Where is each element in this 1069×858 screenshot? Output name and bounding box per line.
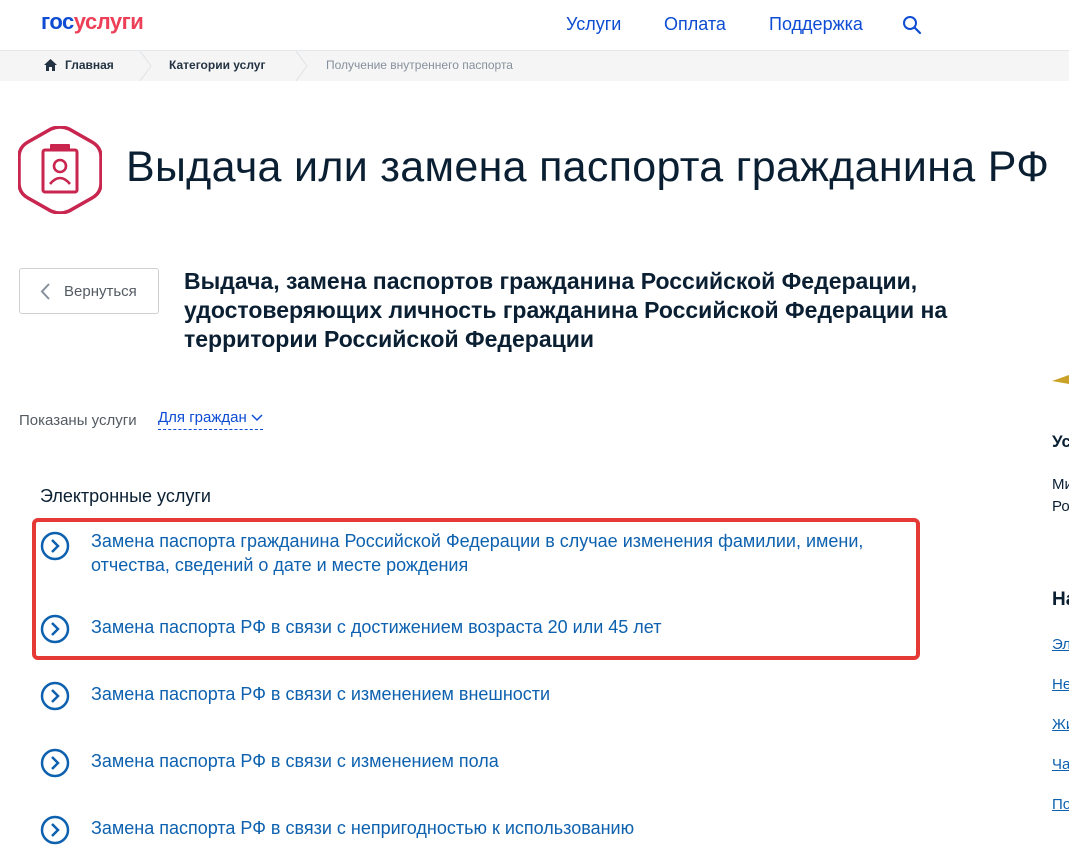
service-link-appearance[interactable]: Замена паспорта РФ в связи с изменением …	[40, 681, 900, 712]
sidebar-link-fragment[interactable]: Эл	[1052, 636, 1069, 653]
search-icon[interactable]	[902, 15, 922, 35]
filter-label: Показаны услуги	[19, 412, 137, 429]
breadcrumb-current: Получение внутреннего паспорта	[326, 58, 513, 72]
nav-payment-link[interactable]: Оплата	[664, 14, 726, 35]
audience-filter-value: Для граждан	[158, 409, 247, 426]
sidebar-link-fragment[interactable]: Ча	[1052, 756, 1069, 773]
sidebar-heading-fragment: Ус	[1052, 432, 1069, 451]
chevron-circle-right-icon	[40, 614, 70, 644]
breadcrumb-home[interactable]: Главная	[65, 58, 114, 72]
service-link-name-change[interactable]: Замена паспорта гражданина Российской Фе…	[40, 529, 900, 581]
sidebar-link-fragment[interactable]: По	[1052, 796, 1069, 813]
page-title: Выдача или замена паспорта гражданина РФ	[126, 143, 1050, 191]
service-link-unusable[interactable]: Замена паспорта РФ в связи с непригоднос…	[40, 815, 900, 846]
service-title: Выдача, замена паспортов гражданина Росс…	[184, 268, 948, 352]
service-link-label: Замена паспорта гражданина Российской Фе…	[91, 531, 864, 575]
chevron-circle-right-icon	[40, 815, 70, 845]
chevron-left-icon	[40, 283, 50, 300]
breadcrumb-separator-icon	[296, 51, 308, 81]
nav-support-link[interactable]: Поддержка	[769, 14, 863, 35]
decorative-emblem-icon	[1052, 375, 1069, 384]
sidebar-link-fragment[interactable]: Не	[1052, 676, 1069, 693]
audience-filter-dropdown[interactable]: Для граждан	[158, 409, 263, 430]
breadcrumb-categories[interactable]: Категории услуг	[169, 58, 265, 72]
back-button-label: Вернуться	[64, 283, 137, 300]
sidebar-link-fragment[interactable]: Жи	[1052, 716, 1069, 733]
chevron-circle-right-icon	[40, 681, 70, 711]
service-link-age[interactable]: Замена паспорта РФ в связи с достижением…	[40, 614, 900, 645]
chevron-circle-right-icon	[40, 748, 70, 778]
service-link-label: Замена паспорта РФ в связи с изменением …	[91, 751, 499, 771]
breadcrumb: Главная Категории услуг Получение внутре…	[0, 51, 1069, 81]
back-button[interactable]: Вернуться	[19, 268, 159, 314]
breadcrumb-separator-icon	[140, 51, 152, 81]
logo-part-gos: гос	[41, 9, 74, 34]
passport-hexagon-icon	[18, 126, 102, 214]
service-link-label: Замена паспорта РФ в связи с достижением…	[91, 617, 662, 637]
logo-part-uslugi: услуги	[73, 9, 144, 34]
sidebar-heading-fragment: На	[1052, 589, 1069, 610]
top-bar: госуслуги Услуги Оплата Поддержка	[0, 0, 1069, 51]
service-link-label: Замена паспорта РФ в связи с непригоднос…	[91, 818, 635, 838]
sidebar-text-fragment: Ми	[1052, 476, 1069, 493]
section-title: Электронные услуги	[40, 486, 211, 506]
service-link-gender[interactable]: Замена паспорта РФ в связи с изменением …	[40, 748, 900, 779]
gosuslugi-logo[interactable]: госуслуги	[41, 9, 144, 35]
chevron-circle-right-icon	[40, 531, 70, 561]
chevron-down-icon	[251, 414, 263, 422]
sidebar-text-fragment: Ро	[1052, 498, 1069, 515]
service-link-label: Замена паспорта РФ в связи с изменением …	[91, 684, 551, 704]
nav-services-link[interactable]: Услуги	[566, 14, 621, 35]
home-icon	[44, 59, 57, 71]
